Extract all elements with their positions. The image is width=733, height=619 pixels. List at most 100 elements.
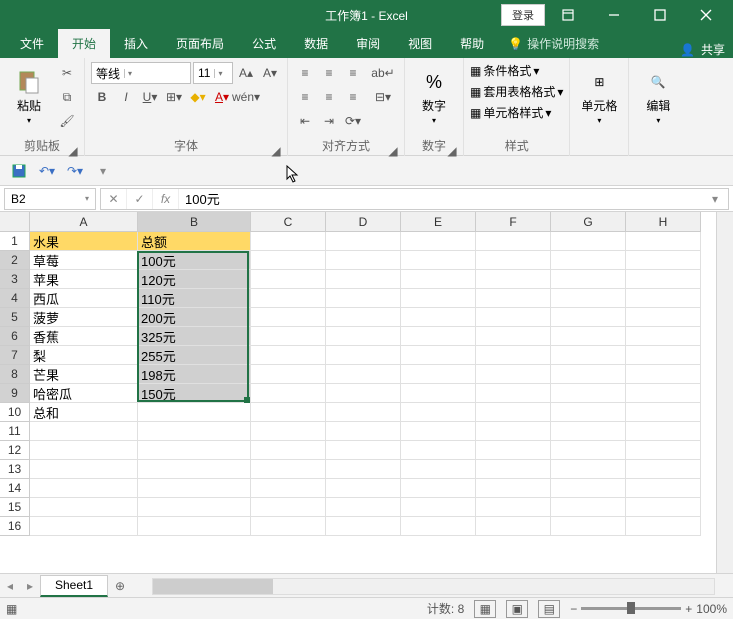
cell-G12[interactable] <box>551 441 626 460</box>
cell-A9[interactable]: 哈密瓜 <box>30 384 138 403</box>
cell-C8[interactable] <box>251 365 326 384</box>
cell-H2[interactable] <box>626 251 701 270</box>
tab-layout[interactable]: 页面布局 <box>162 29 238 58</box>
cell-A16[interactable] <box>30 517 138 536</box>
sheet-tab[interactable]: Sheet1 <box>40 575 108 597</box>
record-macro-icon[interactable]: ▦ <box>6 602 17 616</box>
cell-H9[interactable] <box>626 384 701 403</box>
underline-button[interactable]: U▾ <box>139 86 161 108</box>
cell-B2[interactable]: 100元 <box>138 251 251 270</box>
cell-C15[interactable] <box>251 498 326 517</box>
cell-G10[interactable] <box>551 403 626 422</box>
cell-A8[interactable]: 芒果 <box>30 365 138 384</box>
column-headers[interactable]: ABCDEFGH <box>30 212 701 232</box>
zoom-out-button[interactable]: − <box>570 602 577 616</box>
cell-E15[interactable] <box>401 498 476 517</box>
confirm-formula-button[interactable]: ✓ <box>127 189 153 209</box>
border-button[interactable]: ⊞▾ <box>163 86 185 108</box>
col-header-G[interactable]: G <box>551 212 626 232</box>
cell-E16[interactable] <box>401 517 476 536</box>
row-header-8[interactable]: 8 <box>0 365 30 384</box>
add-sheet-button[interactable]: ⊕ <box>108 579 132 593</box>
cell-H14[interactable] <box>626 479 701 498</box>
share-button[interactable]: 共享 <box>701 41 725 58</box>
cell-B11[interactable] <box>138 422 251 441</box>
tab-review[interactable]: 审阅 <box>342 29 394 58</box>
cell-F2[interactable] <box>476 251 551 270</box>
dialog-launcher-icon[interactable]: ◢ <box>388 144 398 154</box>
row-header-1[interactable]: 1 <box>0 232 30 251</box>
spreadsheet-grid[interactable]: ABCDEFGH 12345678910111213141516 水果总额草莓1… <box>0 212 733 573</box>
decrease-font-button[interactable]: A▾ <box>259 62 281 84</box>
cut-button[interactable]: ✂ <box>56 62 78 84</box>
tab-formula[interactable]: 公式 <box>238 29 290 58</box>
cell-F6[interactable] <box>476 327 551 346</box>
expand-formula-button[interactable]: ▾ <box>702 189 728 209</box>
cell-G6[interactable] <box>551 327 626 346</box>
cell-C2[interactable] <box>251 251 326 270</box>
cell-H7[interactable] <box>626 346 701 365</box>
font-size-select[interactable]: 11▾ <box>193 62 233 84</box>
cell-D10[interactable] <box>326 403 401 422</box>
cell-E1[interactable] <box>401 232 476 251</box>
row-header-2[interactable]: 2 <box>0 251 30 270</box>
row-headers[interactable]: 12345678910111213141516 <box>0 232 30 573</box>
indent-decrease-button[interactable]: ⇤ <box>294 110 316 132</box>
cell-H10[interactable] <box>626 403 701 422</box>
row-header-16[interactable]: 16 <box>0 517 30 536</box>
cell-E8[interactable] <box>401 365 476 384</box>
cell-A14[interactable] <box>30 479 138 498</box>
align-center-button[interactable]: ≡ <box>318 86 340 108</box>
cell-styles-button[interactable]: ▦单元格样式▾ <box>470 104 551 121</box>
dialog-launcher-icon[interactable]: ◢ <box>271 144 281 154</box>
cell-H4[interactable] <box>626 289 701 308</box>
cell-B14[interactable] <box>138 479 251 498</box>
orientation-button[interactable]: ⟳▾ <box>342 110 364 132</box>
fx-button[interactable]: fx <box>153 189 179 209</box>
cell-C7[interactable] <box>251 346 326 365</box>
col-header-B[interactable]: B <box>138 212 251 232</box>
qat-customize-button[interactable]: ▾ <box>92 160 114 182</box>
cell-C5[interactable] <box>251 308 326 327</box>
cells-button[interactable]: ⊞单元格▾ <box>576 62 622 132</box>
cell-F15[interactable] <box>476 498 551 517</box>
cell-B6[interactable]: 325元 <box>138 327 251 346</box>
cell-G14[interactable] <box>551 479 626 498</box>
cell-C12[interactable] <box>251 441 326 460</box>
cell-F4[interactable] <box>476 289 551 308</box>
cell-D16[interactable] <box>326 517 401 536</box>
cell-G1[interactable] <box>551 232 626 251</box>
cell-H16[interactable] <box>626 517 701 536</box>
cell-A11[interactable] <box>30 422 138 441</box>
font-color-button[interactable]: A▾ <box>211 86 233 108</box>
cell-B9[interactable]: 150元 <box>138 384 251 403</box>
cell-G3[interactable] <box>551 270 626 289</box>
cell-E14[interactable] <box>401 479 476 498</box>
cell-A7[interactable]: 梨 <box>30 346 138 365</box>
editing-button[interactable]: 🔍编辑▾ <box>635 62 681 132</box>
cell-D13[interactable] <box>326 460 401 479</box>
sheet-nav-next[interactable]: ▸ <box>20 574 40 597</box>
cell-B8[interactable]: 198元 <box>138 365 251 384</box>
zoom-level[interactable]: 100% <box>696 602 727 616</box>
font-name-select[interactable]: 等线▾ <box>91 62 191 84</box>
cell-F16[interactable] <box>476 517 551 536</box>
cell-F14[interactable] <box>476 479 551 498</box>
cell-B13[interactable] <box>138 460 251 479</box>
row-header-6[interactable]: 6 <box>0 327 30 346</box>
row-header-13[interactable]: 13 <box>0 460 30 479</box>
increase-font-button[interactable]: A▴ <box>235 62 257 84</box>
cell-E13[interactable] <box>401 460 476 479</box>
cell-D11[interactable] <box>326 422 401 441</box>
cancel-formula-button[interactable]: ✕ <box>101 189 127 209</box>
cell-A13[interactable] <box>30 460 138 479</box>
paste-button[interactable]: 粘贴▾ <box>6 62 52 132</box>
merge-button[interactable]: ⊟▾ <box>368 86 398 108</box>
cell-E11[interactable] <box>401 422 476 441</box>
cell-C14[interactable] <box>251 479 326 498</box>
cell-A5[interactable]: 菠萝 <box>30 308 138 327</box>
cell-H11[interactable] <box>626 422 701 441</box>
tab-insert[interactable]: 插入 <box>110 29 162 58</box>
cell-F5[interactable] <box>476 308 551 327</box>
cell-F8[interactable] <box>476 365 551 384</box>
